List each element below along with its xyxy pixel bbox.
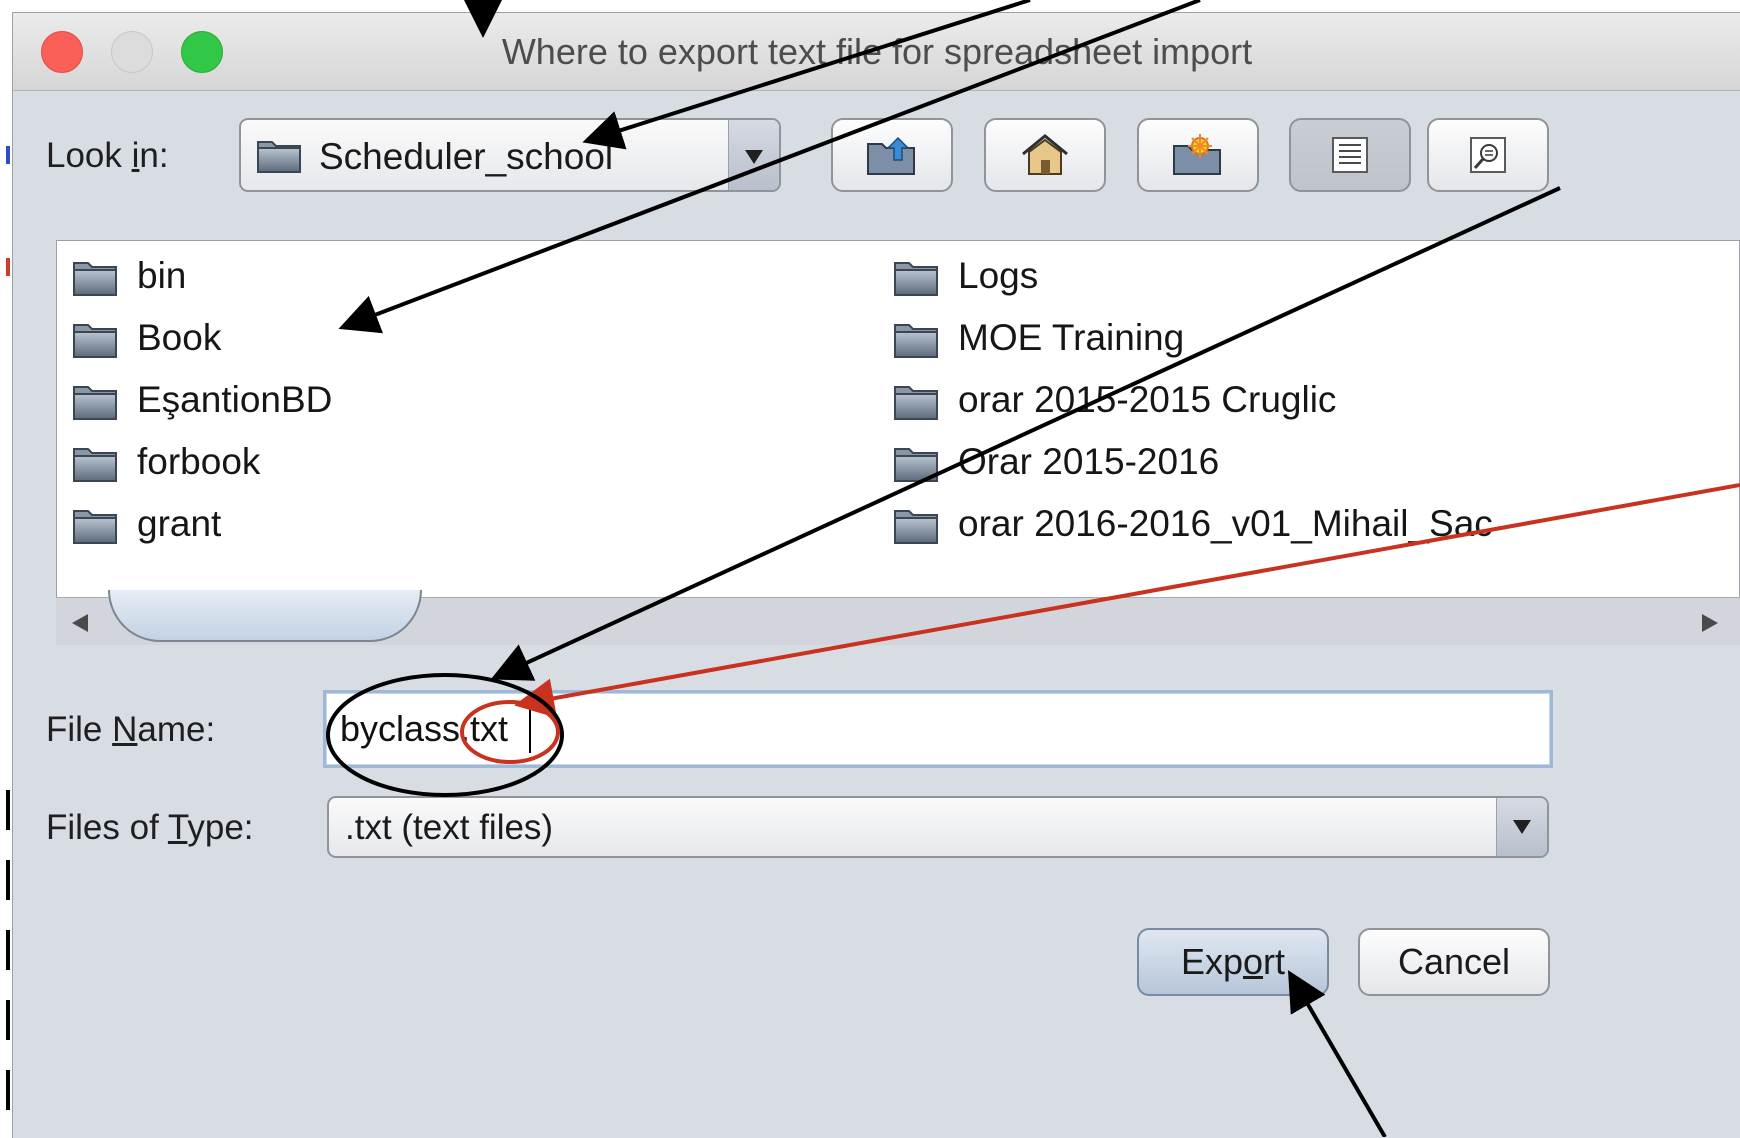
edge-mark	[6, 860, 10, 900]
folder-name: Book	[137, 317, 222, 358]
file-name-mnemonic: N	[112, 710, 138, 749]
details-view-icon	[1470, 137, 1506, 173]
export-button[interactable]: Exp o rt	[1137, 928, 1329, 996]
folder-icon	[894, 262, 938, 296]
list-item[interactable]: Logs	[892, 248, 1038, 304]
scroll-left-icon[interactable]	[72, 614, 88, 632]
edge-mark	[6, 790, 10, 830]
background-strip	[0, 0, 12, 1137]
text-caret	[529, 707, 531, 753]
home-button[interactable]	[984, 118, 1106, 192]
folder-icon	[73, 262, 117, 296]
export-button-label: Exp	[1180, 941, 1243, 982]
chevron-down-icon[interactable]	[728, 120, 779, 190]
folder-icon	[73, 324, 117, 358]
look-in-label-text: n:	[139, 136, 169, 175]
edge-mark	[6, 1070, 10, 1110]
up-one-level-button[interactable]	[831, 118, 953, 192]
scroll-right-icon[interactable]	[1702, 614, 1718, 632]
chevron-down-icon[interactable]	[1496, 798, 1547, 856]
list-item[interactable]: forbook	[71, 434, 260, 490]
folder-name: Orar 2015-2016	[958, 441, 1220, 482]
export-button-label: rt	[1263, 941, 1286, 982]
file-type-selected: .txt (text files)	[345, 808, 554, 847]
file-type-mnemonic: T	[167, 808, 188, 847]
folder-icon	[894, 324, 938, 358]
list-item[interactable]: MOE Training	[892, 310, 1184, 366]
export-mnemonic: o	[1243, 941, 1264, 982]
title-bar: Where to export text file for spreadshee…	[13, 13, 1740, 91]
list-item[interactable]: orar 2016-2016_v01_Mihail_Sac	[892, 496, 1493, 552]
minimize-window-button[interactable]	[111, 31, 153, 73]
folder-name: forbook	[137, 441, 261, 482]
folder-up-icon	[867, 136, 915, 175]
list-item[interactable]: orar 2015-2015 Cruglic	[892, 372, 1336, 428]
file-name-field[interactable]	[323, 690, 1553, 768]
folder-icon	[894, 448, 938, 482]
look-in-dropdown[interactable]: Scheduler_school	[239, 118, 781, 192]
list-item[interactable]: EşantionBD	[71, 372, 332, 428]
new-folder-button[interactable]	[1137, 118, 1259, 192]
list-item[interactable]: Orar 2015-2016	[892, 434, 1219, 490]
folder-icon	[894, 386, 938, 420]
list-view-icon	[1332, 137, 1368, 173]
new-folder-icon	[1173, 134, 1221, 175]
list-item[interactable]: grant	[71, 496, 221, 552]
folder-icon	[894, 510, 938, 544]
file-name-label-text: File	[46, 710, 113, 749]
file-type-label-text: ype:	[187, 808, 254, 847]
file-type-label: Files of Type:	[46, 808, 254, 848]
zoom-window-button[interactable]	[181, 31, 223, 73]
folder-name: EşantionBD	[137, 379, 333, 420]
folder-name: Logs	[958, 255, 1039, 296]
file-list[interactable]: bin Book EşantionBD forbook grant Logs M…	[56, 240, 1740, 645]
file-name-label-text: ame:	[137, 710, 216, 749]
folder-icon	[255, 134, 305, 179]
cancel-button[interactable]: Cancel	[1358, 928, 1550, 996]
file-name-input[interactable]	[340, 705, 1440, 753]
edge-mark	[6, 930, 10, 970]
folder-icon	[73, 510, 117, 544]
file-type-label-text: Files of	[46, 808, 168, 847]
look-in-label-text: Look	[46, 136, 132, 175]
file-type-dropdown[interactable]: .txt (text files)	[327, 796, 1549, 858]
look-in-label: Look in:	[46, 136, 169, 176]
folder-name: bin	[137, 255, 187, 296]
list-item[interactable]: Book	[71, 310, 221, 366]
file-name-label: File Name:	[46, 710, 215, 750]
current-folder-name: Scheduler_school	[319, 136, 614, 177]
list-item[interactable]: bin	[71, 248, 186, 304]
horizontal-scrollbar[interactable]	[56, 590, 1740, 645]
scrollbar-thumb[interactable]	[108, 590, 422, 642]
details-view-button[interactable]	[1427, 118, 1549, 192]
folder-name: orar 2015-2015 Cruglic	[958, 379, 1337, 420]
window-title: Where to export text file for spreadshee…	[501, 31, 1253, 72]
list-view-button[interactable]	[1289, 118, 1411, 192]
folder-icon	[73, 448, 117, 482]
folder-name: grant	[137, 503, 222, 544]
edge-mark	[6, 1000, 10, 1040]
edge-mark	[6, 258, 10, 276]
folder-name: orar 2016-2016_v01_Mihail_Sac	[958, 503, 1493, 544]
folder-name: MOE Training	[958, 317, 1185, 358]
edge-mark	[6, 146, 10, 164]
close-window-button[interactable]	[41, 31, 83, 73]
folder-icon	[73, 386, 117, 420]
home-icon	[1022, 134, 1068, 175]
